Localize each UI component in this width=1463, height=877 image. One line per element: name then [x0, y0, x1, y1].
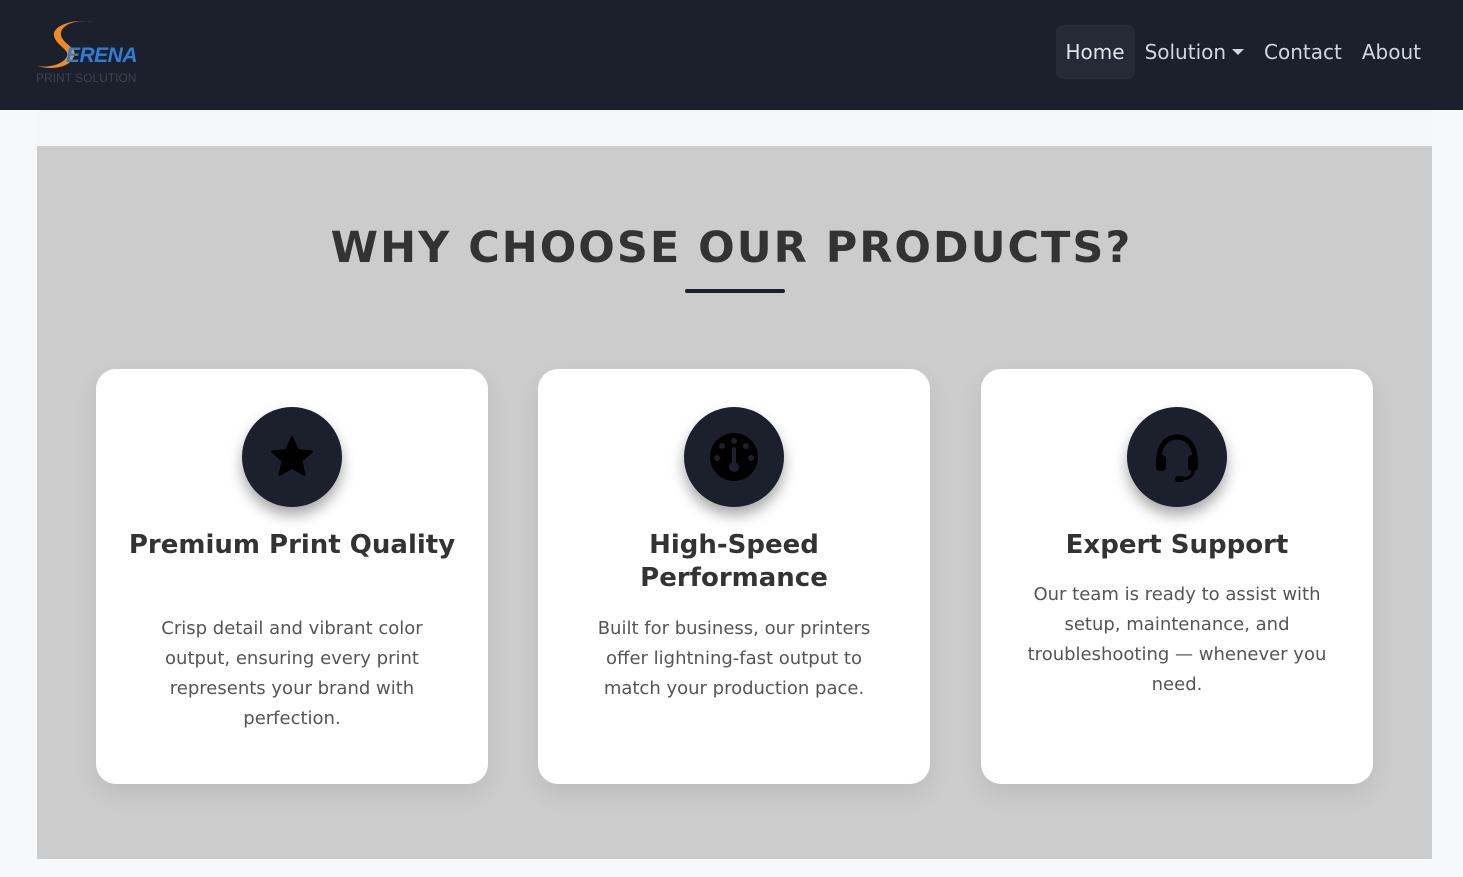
nav-solution-dropdown[interactable]: Solution	[1135, 25, 1254, 79]
navbar: ERENA PRINT SOLUTION Home Solution Conta…	[0, 0, 1463, 110]
feature-description: Crisp detail and vibrant color output, e…	[161, 618, 423, 729]
nav-about[interactable]: About	[1352, 25, 1431, 79]
main-nav: Home Solution Contact About	[1055, 25, 1432, 79]
feature-description: Our team is ready to assist with setup, …	[1027, 584, 1327, 695]
section-title: WHY CHOOSE OUR PRODUCTS?	[330, 223, 1133, 273]
nav-solution-label: Solution	[1144, 40, 1227, 64]
brand-logo[interactable]: ERENA PRINT SOLUTION	[36, 18, 152, 88]
chevron-down-icon	[1232, 49, 1245, 55]
feature-icon-circle	[242, 407, 342, 507]
feature-card-speed: High-Speed Performance Built for busines…	[538, 369, 930, 784]
feature-card-quality: Premium Print Quality Crisp detail and v…	[96, 369, 488, 784]
headset-icon	[1156, 434, 1198, 482]
feature-title: Premium Print Quality	[128, 530, 456, 560]
nav-home[interactable]: Home	[1055, 25, 1135, 79]
logo-wordmark: ERENA	[66, 44, 138, 67]
logo-subtitle: PRINT SOLUTION	[36, 71, 137, 85]
feature-icon-circle	[684, 407, 784, 507]
star-icon	[271, 436, 313, 476]
feature-card-support: Expert Support Our team is ready to assi…	[981, 369, 1373, 784]
feature-title: Expert Support	[1065, 530, 1289, 560]
feature-title: High-Speed Performance	[640, 530, 828, 593]
section-top-strip	[37, 110, 1432, 146]
title-underline	[685, 289, 785, 293]
feature-icon-circle	[1127, 407, 1227, 507]
gauge-icon	[710, 433, 758, 481]
feature-description: Built for business, our printers offer l…	[597, 618, 871, 699]
nav-contact[interactable]: Contact	[1254, 25, 1352, 79]
